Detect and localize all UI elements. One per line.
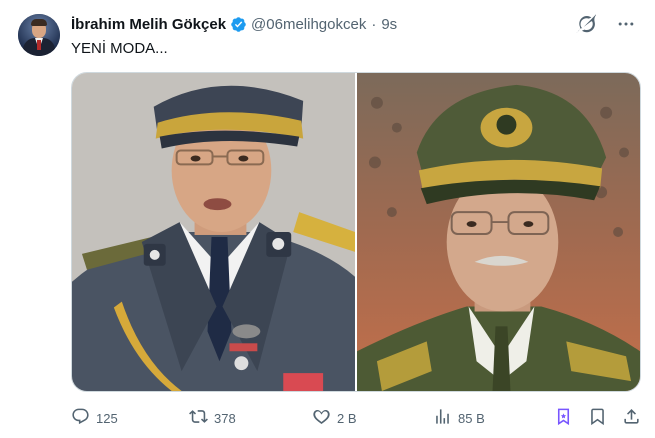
media-photo-left[interactable] [72,73,355,391]
tweet-card[interactable]: İbrahim Melih Gökçek @06melihgokcek · 9s… [0,0,655,438]
retweet-icon [189,407,208,429]
author-name[interactable]: İbrahim Melih Gökçek [71,16,226,33]
views-button[interactable]: 85 B [433,407,485,429]
more-icon[interactable] [615,13,637,35]
tweet-timestamp[interactable]: 9s [381,16,397,33]
views-icon [433,407,452,429]
tweet-actions: 125 378 2 B 85 B [71,407,641,429]
tweet-header: İbrahim Melih Gökçek @06melihgokcek · 9s [71,14,397,34]
media-photo-right[interactable] [357,73,640,391]
separator-dot: · [371,15,377,33]
share-button[interactable] [622,407,641,429]
grok-icon[interactable] [575,13,597,35]
author-handle[interactable]: @06melihgokcek [251,16,366,33]
views-count: 85 B [458,410,485,426]
share-icon [622,407,641,429]
reply-count: 125 [96,410,118,426]
heart-icon [312,407,331,429]
tweet-text: YENİ MODA... [71,40,168,57]
reply-icon [71,407,90,429]
tweet-media[interactable] [71,72,641,392]
bookmark-icon [588,407,607,429]
author-avatar[interactable] [18,14,60,56]
retweet-count: 378 [214,410,236,426]
like-button[interactable]: 2 B [312,407,357,429]
grok-action-icon [554,407,573,429]
retweet-button[interactable]: 378 [189,407,236,429]
bookmark-button[interactable] [588,407,607,429]
avatar-hair [31,19,47,26]
tweet-top-actions [575,13,637,35]
avatar-tie [37,40,41,50]
verified-badge-icon[interactable] [230,16,247,33]
like-count: 2 B [337,410,357,426]
grok-action-button[interactable] [554,407,573,429]
reply-button[interactable]: 125 [71,407,118,429]
